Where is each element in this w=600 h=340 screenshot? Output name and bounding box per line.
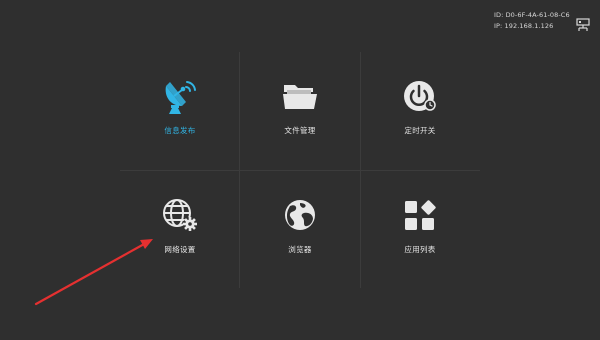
power-timer-icon [404, 81, 436, 111]
tile-label: 网络设置 [164, 245, 196, 254]
tile-timer-switch[interactable]: 定时开关 [360, 52, 480, 170]
network-status-icon[interactable] [576, 18, 590, 32]
device-id-text: ID: D0-6F-4A-61-08-C6 [494, 11, 570, 19]
tile-label: 定时开关 [404, 126, 436, 135]
tile-app-list[interactable]: 应用列表 [360, 171, 480, 289]
device-ip-text: IP: 192.168.1.126 [494, 22, 554, 30]
tile-network-settings[interactable]: 网络设置 [120, 171, 240, 289]
satellite-dish-icon [165, 81, 196, 114]
globe-gear-icon [163, 199, 197, 231]
app-launcher-grid: 信息发布 文件管理 定时开关 网络设置 浏览器 应用列表 [120, 52, 480, 288]
app-grid-icon [405, 200, 436, 230]
device-info: ID: D0-6F-4A-61-08-C6 IP: 192.168.1.126 [494, 10, 570, 32]
tile-label: 浏览器 [288, 245, 312, 254]
tile-label: 应用列表 [404, 245, 436, 254]
tile-info-publish[interactable]: 信息发布 [120, 52, 240, 170]
tile-browser[interactable]: 浏览器 [240, 171, 360, 289]
folder-icon [283, 85, 317, 109]
tile-file-manager[interactable]: 文件管理 [240, 52, 360, 170]
tile-label: 文件管理 [284, 126, 316, 135]
tile-label: 信息发布 [164, 126, 196, 135]
globe-icon [285, 200, 315, 230]
